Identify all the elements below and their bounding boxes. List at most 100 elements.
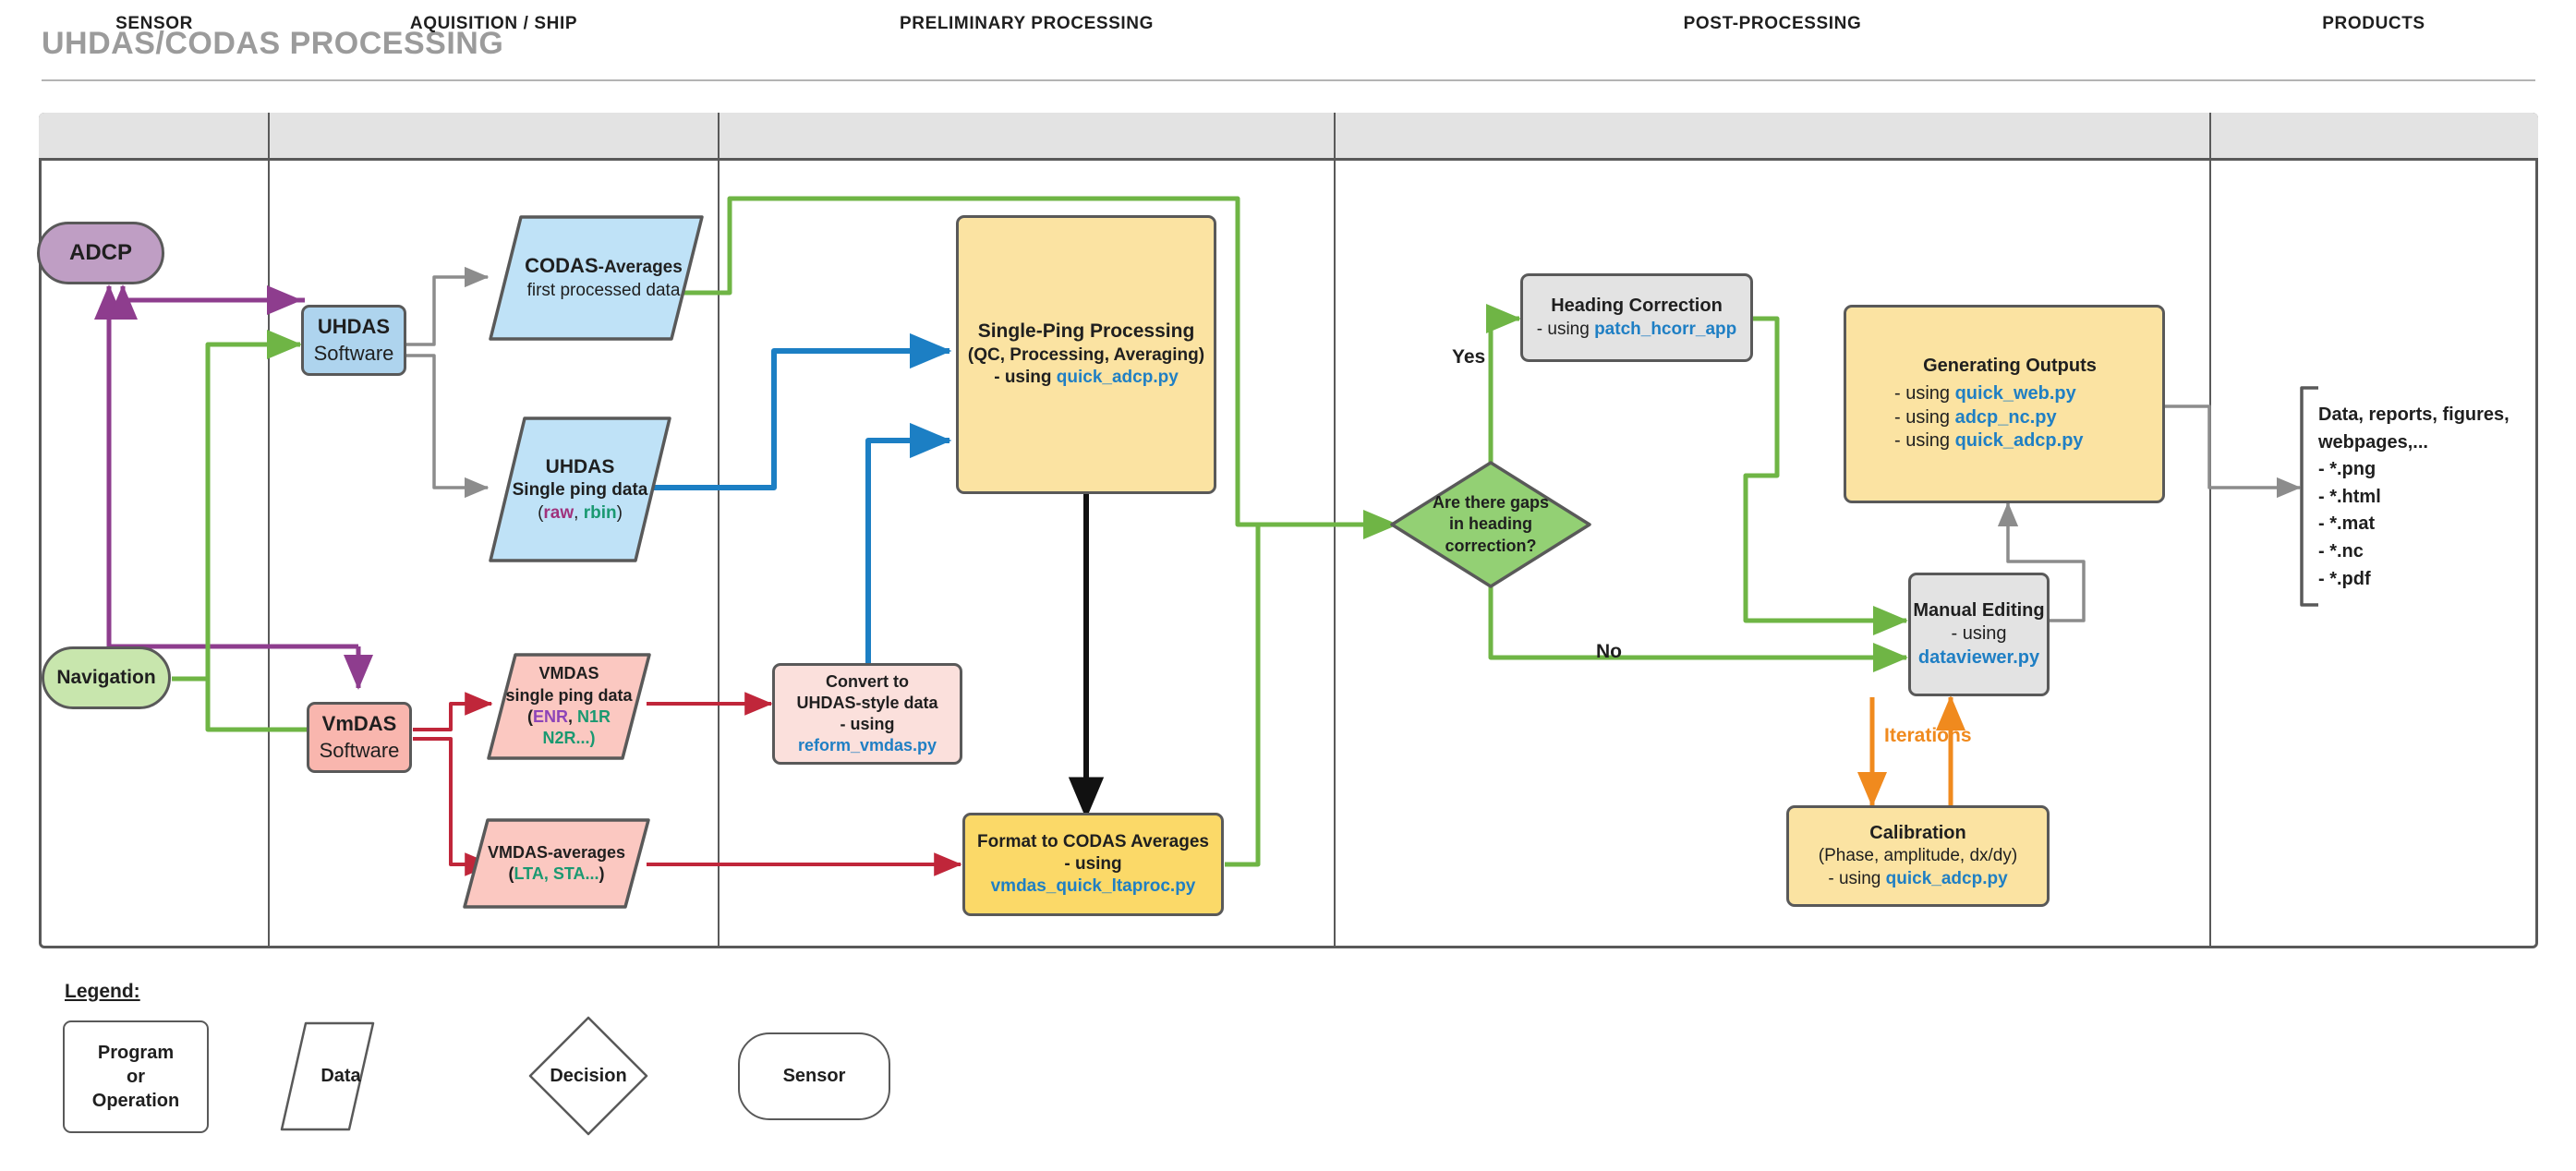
edge-label-yes: Yes: [1452, 346, 1486, 368]
node-vmdas-averages[interactable]: VMDAS-averages (LTA, STA...): [462, 817, 651, 910]
node-vmdas-software-line1: VmDAS: [321, 712, 397, 736]
products-header-line2: webpages,...: [2318, 431, 2428, 453]
swimlane-header-row: [39, 113, 2538, 161]
node-uhdas-singleping-comma: ,: [574, 502, 584, 523]
node-vmdas-singleping-line4: N2R...): [542, 729, 596, 748]
products-item-2: - *.mat: [2318, 513, 2376, 535]
node-calibration-code: quick_adcp.py: [1885, 868, 2008, 888]
lane-header-sensor: SENSOR: [115, 14, 193, 33]
swimlane-frame: [39, 113, 2538, 948]
node-heading-correction-code: patch_hcorr_app: [1594, 319, 1737, 339]
products-item-3: - *.nc: [2318, 540, 2364, 561]
node-adcp-label: ADCP: [68, 239, 132, 265]
node-heading-correction-line1: Heading Correction: [1551, 296, 1723, 317]
node-gaps-decision-line1: Are there gaps: [1432, 492, 1550, 512]
node-generating-outputs-prefix1: - using: [1894, 382, 1955, 404]
node-uhdas-singleping-line2: Single ping data: [512, 479, 648, 500]
node-vmdas-singleping-tag2: N1R: [577, 707, 611, 726]
products-item-4: - *.pdf: [2318, 568, 2371, 589]
node-calibration[interactable]: Calibration (Phase, amplitude, dx/dy) - …: [1786, 805, 2050, 907]
lane-divider-4: [2209, 113, 2211, 948]
node-single-ping-processing-line3-prefix: - using: [994, 368, 1057, 388]
node-vmdas-averages-line1: VMDAS-averages: [487, 842, 626, 862]
node-convert-line1: Convert to: [826, 671, 909, 691]
node-vmdas-singleping[interactable]: VMDAS single ping data (ENR, N1R N2R...): [486, 652, 652, 761]
node-gaps-decision-line3: correction?: [1445, 536, 1537, 555]
node-calibration-line1: Calibration: [1869, 822, 1966, 843]
node-single-ping-processing-line1: Single-Ping Processing: [977, 320, 1195, 343]
node-generating-outputs-line1: Generating Outputs: [1923, 356, 2097, 377]
lane-divider-2: [718, 113, 720, 948]
node-gaps-decision-line2: in heading: [1449, 514, 1532, 534]
node-calibration-line2: (Phase, amplitude, dx/dy): [1818, 846, 2018, 866]
edge-label-iterations: Iterations: [1884, 725, 1972, 746]
edge-label-no: No: [1596, 641, 1622, 662]
products-item-0: - *.png: [2318, 459, 2376, 480]
legend-item-program-line1: Program: [97, 1043, 175, 1063]
node-generating-outputs-prefix3: - using: [1894, 430, 1955, 452]
legend-item-data-label: Data: [320, 1065, 361, 1086]
node-calibration-prefix: - using: [1828, 868, 1886, 888]
node-vmdas-singleping-line2: single ping data: [505, 685, 633, 705]
node-codas-averages-rest: -Averages: [598, 258, 683, 278]
node-uhdas-software-line1: UHDAS: [317, 315, 391, 339]
node-gaps-decision[interactable]: Are there gaps in heading correction?: [1389, 460, 1592, 589]
node-heading-correction[interactable]: Heading Correction - using patch_hcorr_a…: [1520, 273, 1753, 362]
node-adcp[interactable]: ADCP: [37, 222, 164, 284]
node-uhdas-software[interactable]: UHDAS Software: [301, 305, 406, 376]
node-convert-code: reform_vmdas.py: [797, 736, 937, 755]
node-codas-averages[interactable]: CODAS-Averages first processed data: [488, 214, 705, 342]
lane-header-products: PRODUCTS: [2322, 14, 2425, 33]
node-uhdas-singleping-tag2: rbin: [583, 502, 617, 523]
node-single-ping-processing[interactable]: Single-Ping Processing (QC, Processing, …: [956, 215, 1216, 494]
node-vmdas-averages-paren-close: ): [599, 864, 605, 883]
title-divider: [42, 79, 2535, 81]
node-uhdas-singleping-tag1: raw: [543, 502, 574, 523]
node-uhdas-singleping-paren-close: ): [616, 502, 623, 523]
node-vmdas-singleping-line1: VMDAS: [538, 664, 599, 683]
products-header-line1: Data, reports, figures,: [2318, 404, 2509, 425]
node-manual-editing[interactable]: Manual Editing - using dataviewer.py: [1908, 573, 2050, 696]
node-generating-outputs-code3: quick_adcp.py: [1954, 430, 2084, 452]
node-codas-averages-strong: CODAS: [525, 254, 599, 278]
node-uhdas-singleping-line1: UHDAS: [545, 455, 615, 477]
node-heading-correction-prefix: - using: [1536, 319, 1595, 339]
node-manual-editing-code: dataviewer.py: [1917, 646, 2040, 668]
node-generating-outputs[interactable]: Generating Outputs - using quick_web.py …: [1844, 305, 2165, 503]
node-format-codas-line2: - using: [1064, 853, 1122, 874]
node-format-codas-line1: Format to CODAS Averages: [977, 831, 1209, 851]
legend-title: Legend:: [65, 981, 140, 1002]
node-format-codas-code: vmdas_quick_ltaproc.py: [990, 876, 1196, 897]
products-list: Data, reports, figures, webpages,... - *…: [2318, 402, 2509, 593]
node-uhdas-software-line2: Software: [313, 341, 394, 365]
node-vmdas-software[interactable]: VmDAS Software: [307, 702, 412, 773]
legend-item-sensor-label: Sensor: [782, 1066, 846, 1086]
legend-item-program-line2: or: [127, 1067, 145, 1087]
lane-header-preliminary: PRELIMINARY PROCESSING: [899, 14, 1155, 33]
legend-item-data: Data: [282, 1018, 374, 1134]
node-convert-line3: - using: [840, 715, 895, 733]
node-convert[interactable]: Convert to UHDAS-style data - using refo…: [772, 663, 962, 765]
lane-divider-1: [268, 113, 270, 948]
node-format-codas[interactable]: Format to CODAS Averages - using vmdas_q…: [962, 813, 1224, 916]
node-convert-line2: UHDAS-style data: [796, 693, 938, 712]
node-uhdas-singleping[interactable]: UHDAS Single ping data (raw, rbin): [488, 416, 672, 563]
node-generating-outputs-code2: adcp_nc.py: [1954, 406, 2057, 428]
lane-header-post: POST-PROCESSING: [1683, 14, 1862, 33]
node-manual-editing-prefix: - using: [1951, 623, 2007, 645]
node-vmdas-averages-tag1: LTA, STA...: [514, 864, 599, 883]
node-single-ping-processing-line2: (QC, Processing, Averaging): [967, 345, 1205, 366]
node-generating-outputs-code1: quick_web.py: [1954, 382, 2076, 404]
node-navigation-label: Navigation: [56, 666, 156, 688]
products-item-1: - *.html: [2318, 486, 2381, 507]
legend-item-sensor: Sensor: [738, 1032, 890, 1120]
legend-item-decision: Decision: [530, 1018, 647, 1134]
node-manual-editing-line1: Manual Editing: [1913, 599, 2045, 621]
node-vmdas-singleping-tag1: ENR: [532, 707, 568, 726]
node-navigation[interactable]: Navigation: [42, 646, 171, 709]
legend-item-program-line3: Operation: [91, 1091, 180, 1111]
legend-item-decision-label: Decision: [550, 1065, 627, 1086]
node-single-ping-processing-code: quick_adcp.py: [1056, 368, 1179, 388]
lane-divider-3: [1334, 113, 1336, 948]
node-vmdas-software-line2: Software: [319, 738, 400, 762]
